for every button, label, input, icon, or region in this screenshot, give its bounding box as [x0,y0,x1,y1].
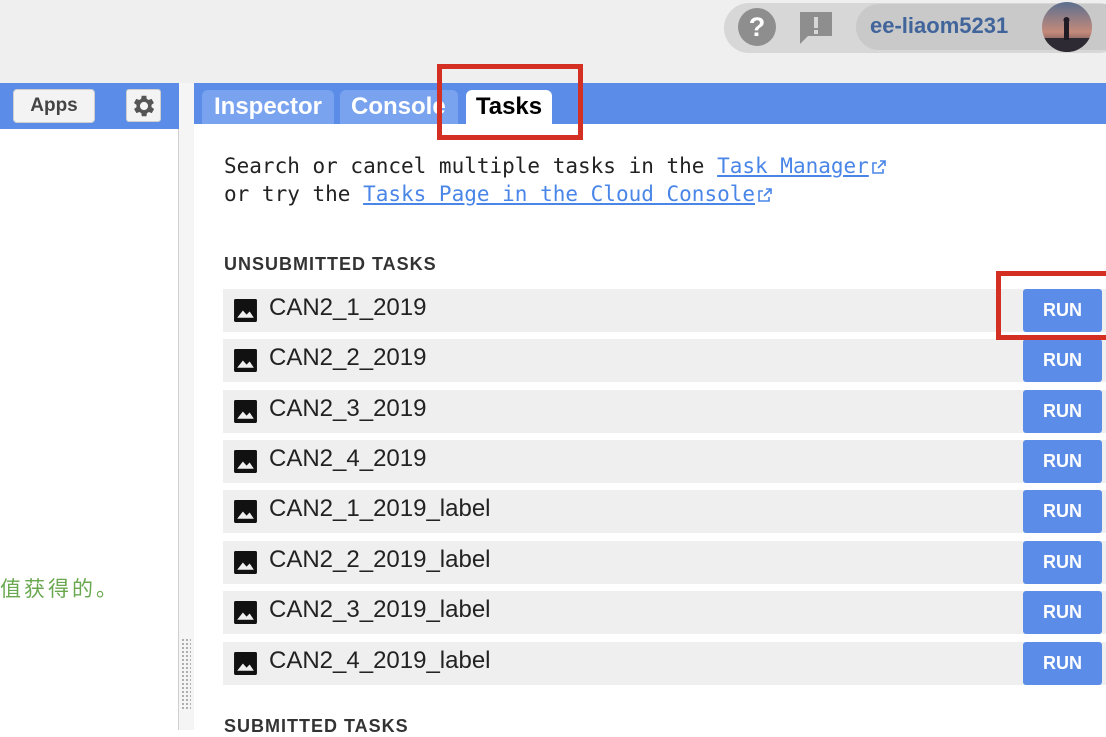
image-icon [233,600,258,625]
unsubmitted-tasks-title: UNSUBMITTED TASKS [224,254,437,274]
cloud-console-link[interactable]: Tasks Page in the Cloud Console [363,182,755,206]
task-manager-link[interactable]: Task Manager [717,154,869,178]
task-name: CAN2_3_2019_label [269,596,491,623]
task-row[interactable]: CAN2_1_2019_label RUN [223,490,1106,533]
task-row[interactable]: CAN2_2_2019_label RUN [223,541,1106,584]
task-name: CAN2_2_2019_label [269,546,491,573]
settings-button[interactable] [126,89,161,122]
external-link-icon [758,188,772,202]
image-icon [233,298,258,323]
left-panel-text: 值获得的。 [0,577,120,601]
task-name: CAN2_2_2019 [269,344,427,371]
image-icon [233,449,258,474]
gear-icon [133,95,154,116]
run-button[interactable]: RUN [1023,642,1102,685]
highlight-box [996,271,1106,340]
help-icon[interactable]: ? [738,8,776,46]
intro-text-1: Search or cancel multiple tasks in the [224,154,718,178]
apps-button[interactable]: Apps [13,89,95,123]
run-button[interactable]: RUN [1023,440,1102,483]
avatar[interactable] [1042,2,1092,52]
task-row[interactable]: CAN2_1_2019 RUN [223,289,1106,332]
task-name: CAN2_1_2019 [269,294,427,321]
task-name: CAN2_1_2019_label [269,495,491,522]
image-icon [233,499,258,524]
task-row[interactable]: CAN2_4_2019 RUN [223,440,1106,483]
account-name[interactable]: ee-liaom5231 [870,13,1008,39]
image-icon [233,399,258,424]
splitter-handle[interactable] [181,638,191,710]
task-name: CAN2_4_2019_label [269,647,491,674]
image-icon [233,550,258,575]
task-row[interactable]: CAN2_3_2019 RUN [223,390,1106,433]
image-icon [233,651,258,676]
task-name: CAN2_4_2019 [269,445,427,472]
highlight-box [437,64,583,140]
tab-inspector[interactable]: Inspector [202,90,334,124]
external-link-icon [872,160,886,174]
submitted-tasks-title: SUBMITTED TASKS [224,716,409,736]
run-button[interactable]: RUN [1023,541,1102,584]
run-button[interactable]: RUN [1023,591,1102,634]
intro-text-2: or try the [224,182,364,206]
feedback-icon[interactable] [797,9,835,47]
intro-line-2: or try the Tasks Page in the Cloud Conso… [224,182,773,206]
task-row[interactable]: CAN2_2_2019 RUN [223,339,1106,382]
task-row[interactable]: CAN2_4_2019_label RUN [223,642,1106,685]
intro-line-1: Search or cancel multiple tasks in the T… [224,154,887,178]
image-icon [233,348,258,373]
task-row[interactable]: CAN2_3_2019_label RUN [223,591,1106,634]
run-button[interactable]: RUN [1023,339,1102,382]
run-button[interactable]: RUN [1023,390,1102,433]
run-button[interactable]: RUN [1023,490,1102,533]
panel-splitter[interactable] [179,83,194,730]
task-name: CAN2_3_2019 [269,395,427,422]
